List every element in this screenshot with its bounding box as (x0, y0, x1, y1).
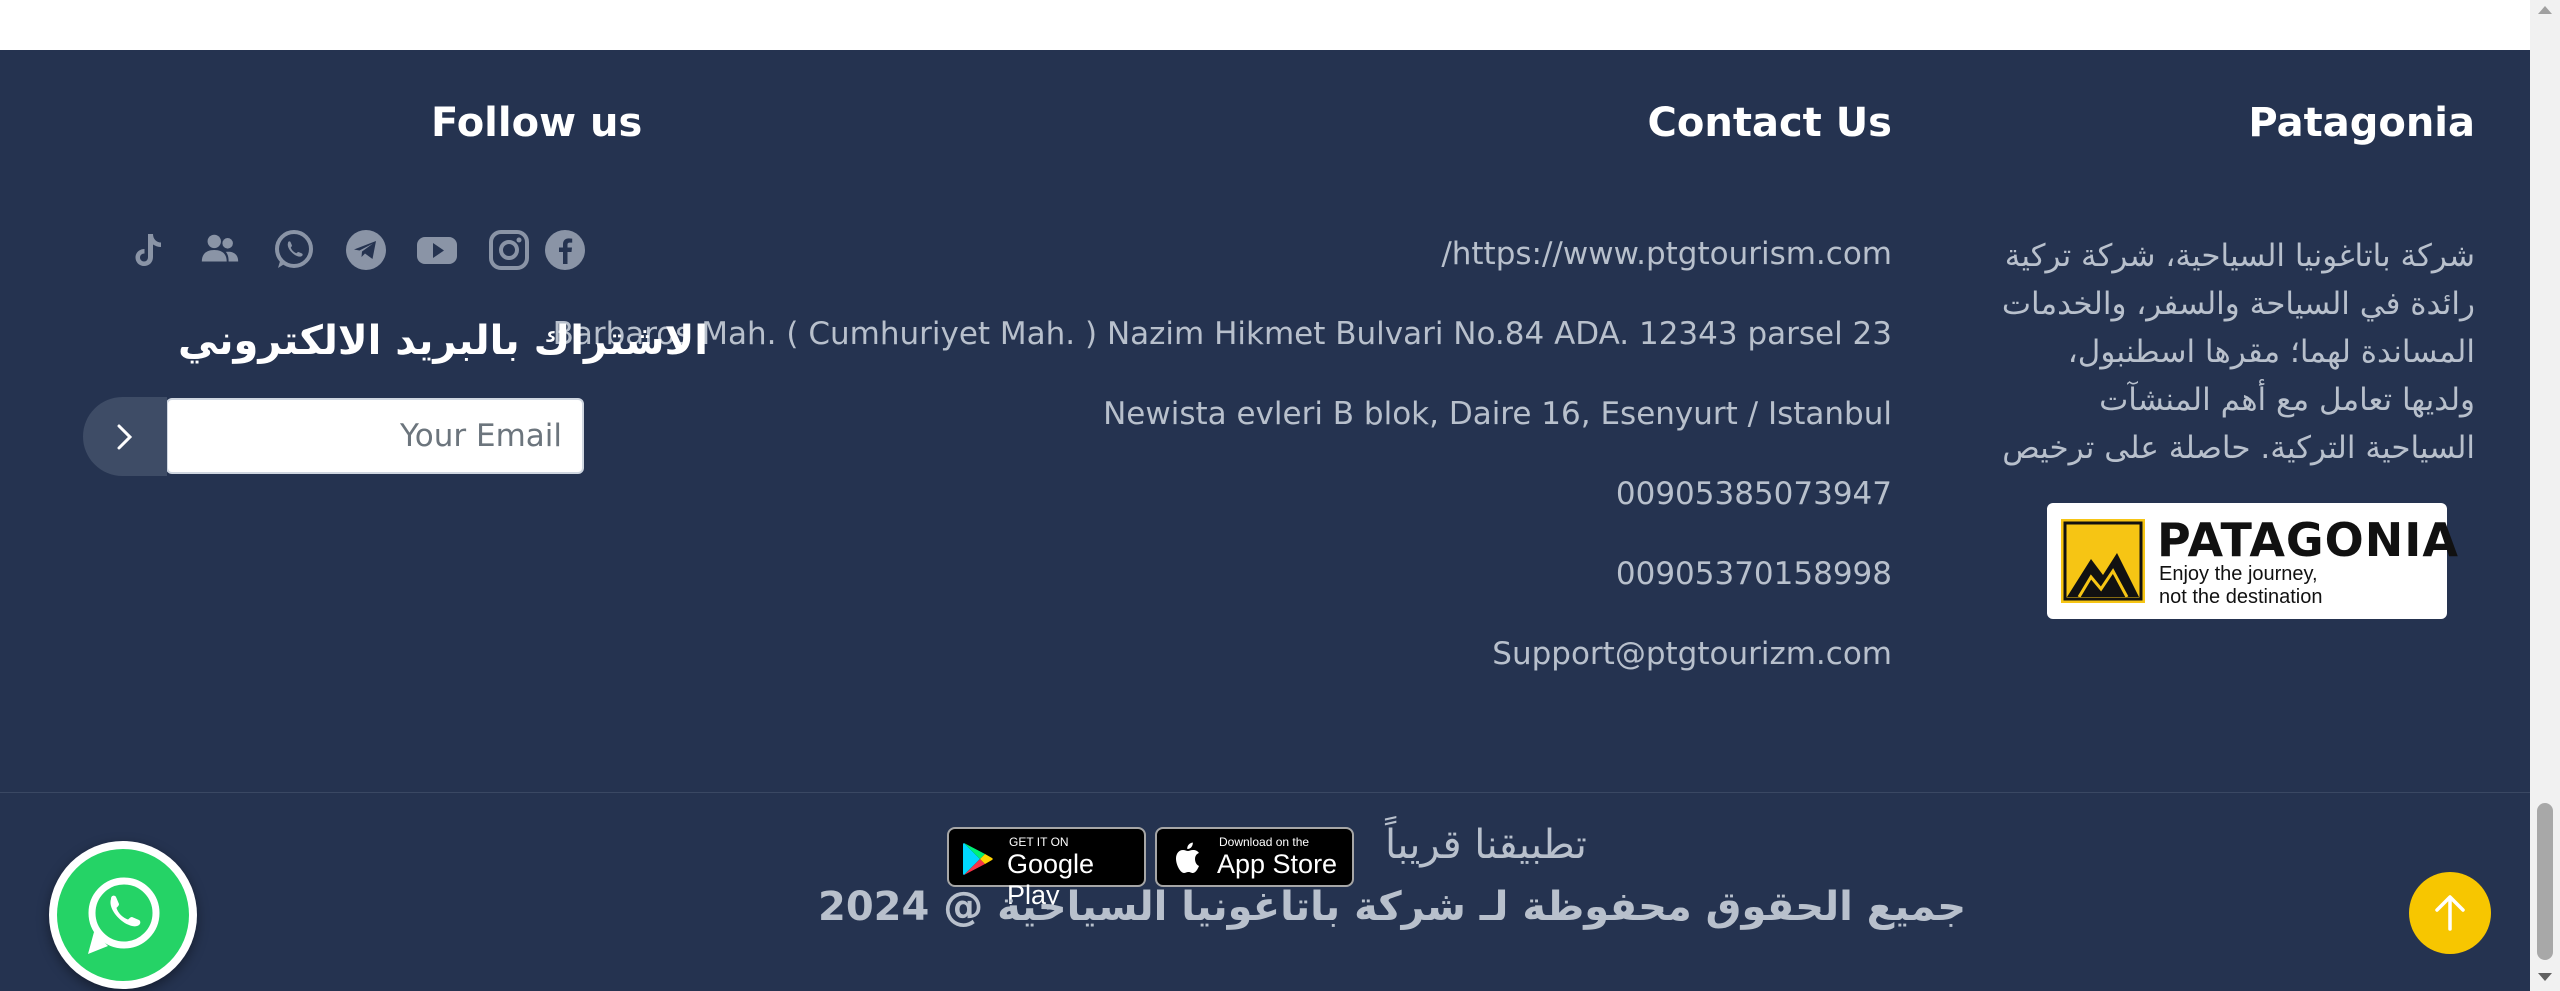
tiktok-icon[interactable] (128, 228, 172, 272)
app-store-big-text: App Store (1217, 849, 1338, 879)
users-icon[interactable] (198, 228, 244, 272)
google-play-icon (963, 843, 993, 875)
youtube-icon[interactable] (415, 228, 459, 272)
instagram-icon[interactable] (487, 228, 531, 272)
whatsapp-float-button[interactable] (49, 841, 197, 989)
newsletter-title: الاشتراك بالبريد الالكتروني (178, 318, 708, 364)
whatsapp-icon[interactable] (272, 228, 316, 272)
whatsapp-icon (88, 877, 160, 954)
scroll-to-top-button[interactable] (2409, 872, 2491, 954)
google-play-badge[interactable]: GET IT ON Google Play (947, 827, 1146, 910)
arrow-up-icon (2435, 895, 2465, 931)
google-play-small-text: GET IT ON (1009, 835, 1069, 849)
address-line-2: Newista evleri B blok, Daire 16, Esenyur… (1103, 396, 1892, 432)
copyright-text: جميع الحقوق محفوظة لـ شركة باتاغونيا الس… (818, 884, 1967, 930)
contact-title: Contact Us (1647, 100, 1892, 146)
mountain-logo-icon (2061, 519, 2145, 603)
scroll-up-arrow-icon[interactable] (2538, 6, 2552, 14)
newsletter-submit-button[interactable] (83, 397, 167, 476)
scroll-down-arrow-icon[interactable] (2538, 973, 2552, 981)
page-content-bottom-edge (0, 0, 2530, 50)
address-line-1: Barbaros Mah. ( Cumhuriyet Mah. ) Nazim … (552, 316, 1892, 352)
logo-tagline-line-1: Enjoy the journey, (2159, 563, 2318, 585)
logo-tagline: Enjoy the journey, not the destination (2159, 563, 2322, 609)
logo-wordmark: PATAGONIA (2157, 513, 2460, 567)
patagonia-logo: PATAGONIA Enjoy the journey, not the des… (2047, 503, 2458, 619)
newsletter-email-input[interactable] (166, 398, 584, 474)
facebook-icon[interactable] (543, 228, 587, 272)
phone-link-2[interactable]: 00905370158998 (1616, 556, 1892, 592)
logo-tagline-line-2: not the destination (2159, 586, 2323, 608)
footer-divider (0, 792, 2530, 793)
app-store-badge[interactable]: Download on the App Store (1155, 827, 1354, 887)
email-link[interactable]: Support@ptgtourizm.com (1492, 636, 1892, 672)
about-description: شركة باتاغونيا السياحية، شركة تركية رائد… (2001, 238, 2475, 466)
chevron-right-icon (117, 424, 133, 449)
scrollbar-thumb[interactable] (2537, 803, 2553, 960)
telegram-icon[interactable] (344, 228, 388, 272)
apps-coming-soon-label: تطبيقنا قريباً (1385, 822, 1587, 868)
website-link[interactable]: /https://www.ptgtourism.com (1441, 236, 1892, 272)
phone-link-1[interactable]: 00905385073947 (1616, 476, 1892, 512)
follow-title: Follow us (431, 100, 643, 146)
app-store-small-text: Download on the (1219, 835, 1310, 849)
about-title: Patagonia (2248, 100, 2475, 146)
page-scrollbar[interactable] (2530, 0, 2560, 991)
apple-icon (1176, 842, 1199, 873)
